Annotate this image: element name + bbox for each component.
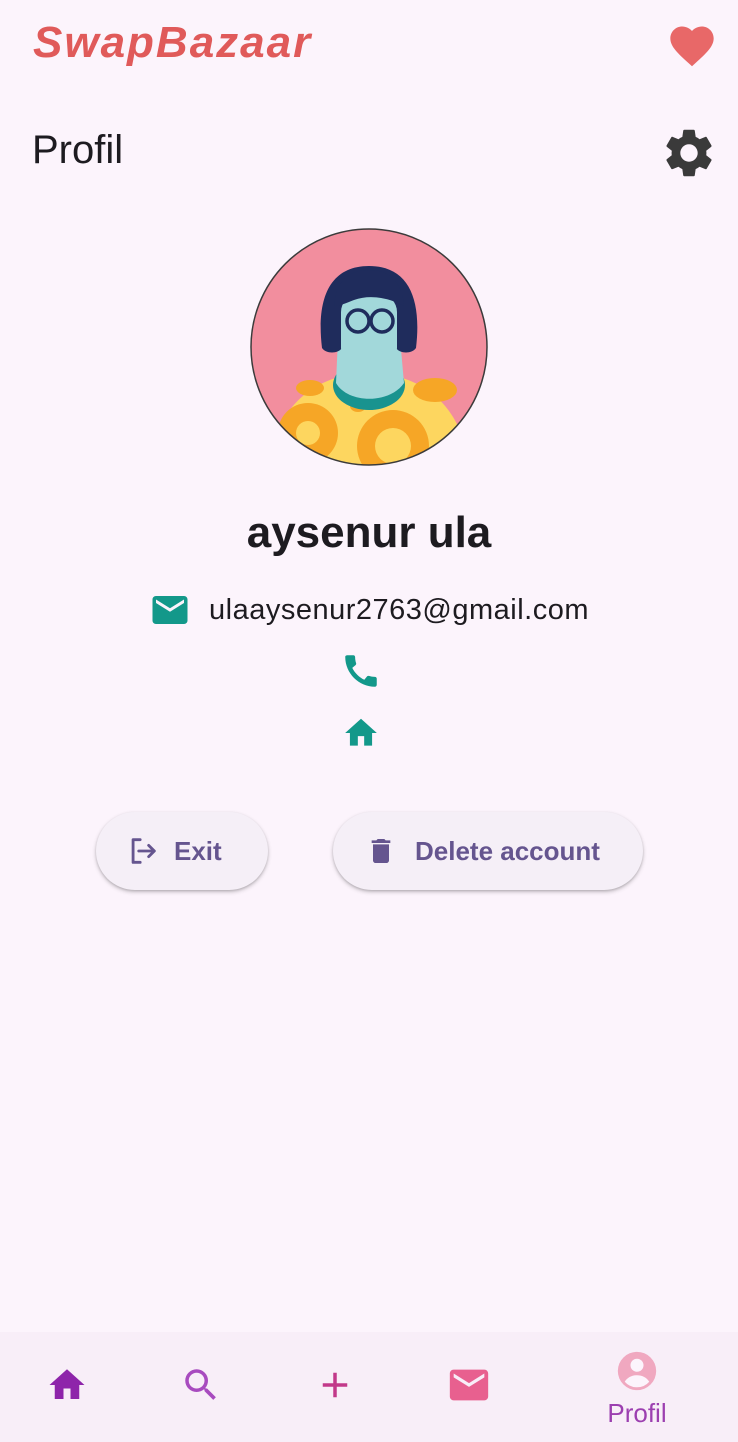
nav-profile-label: Profil bbox=[607, 1398, 667, 1428]
app-title: SwapBazaar bbox=[33, 18, 313, 67]
trash-icon bbox=[365, 835, 397, 867]
nav-search[interactable] bbox=[180, 1364, 222, 1406]
logout-icon bbox=[126, 834, 160, 868]
nav-profile[interactable] bbox=[614, 1348, 660, 1394]
nav-messages[interactable] bbox=[446, 1362, 492, 1408]
mail-icon bbox=[449, 1369, 489, 1401]
add-icon bbox=[322, 1372, 348, 1398]
phone-icon bbox=[340, 650, 382, 692]
exit-button-label: Exit bbox=[174, 835, 222, 866]
exit-button[interactable]: Exit bbox=[96, 812, 268, 890]
settings-gear-icon[interactable] bbox=[660, 124, 718, 182]
delete-account-button-label: Delete account bbox=[415, 835, 600, 866]
email-text: ulaaysenur2763@gmail.com bbox=[209, 593, 589, 626]
profile-avatar bbox=[250, 228, 488, 466]
address-home-icon bbox=[342, 714, 380, 752]
delete-account-button[interactable]: Delete account bbox=[333, 812, 643, 890]
nav-add[interactable] bbox=[314, 1364, 356, 1406]
page-title: Profil bbox=[32, 128, 124, 172]
search-icon bbox=[185, 1369, 216, 1400]
user-name: aysenur ula bbox=[246, 508, 492, 557]
email-icon bbox=[149, 589, 191, 631]
nav-home[interactable] bbox=[46, 1364, 88, 1406]
home-icon bbox=[49, 1369, 85, 1399]
favorites-heart-icon[interactable] bbox=[664, 20, 720, 72]
email-row: ulaaysenur2763@gmail.com bbox=[0, 590, 738, 630]
account-icon bbox=[617, 1351, 657, 1391]
